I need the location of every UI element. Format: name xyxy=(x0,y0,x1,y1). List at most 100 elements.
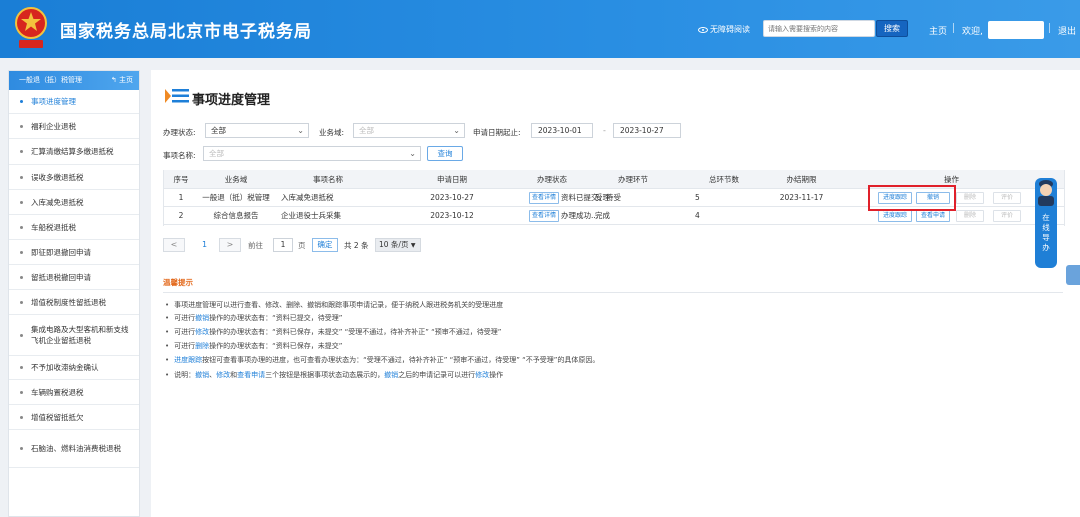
action-button[interactable]: 进度跟踪 xyxy=(878,210,912,222)
sidebar-item[interactable]: 福利企业退税 xyxy=(9,114,139,139)
page-title: 事项进度管理 xyxy=(192,93,271,108)
date-from-input[interactable]: 2023-10-01 xyxy=(531,123,593,138)
sidebar-item[interactable]: 事项进度管理 xyxy=(9,90,139,114)
sidebar-menu: 事项进度管理 福利企业退税 汇算清缴结算多缴退抵税 误收多缴退抵税 入库减免退抵税 车船税… xyxy=(9,90,139,468)
main-panel: 事项进度管理 办理状态: 全部 ⌄ 业务域: 全部 ⌄ 申请日期起止: 2023-1… xyxy=(151,70,1080,517)
cell-deadline: 2023-11-17 xyxy=(779,193,824,202)
sidebar-item[interactable]: 集成电路及大型客机和新支线飞机企业留抵退税 xyxy=(9,315,139,356)
tip-keyword: 修改 xyxy=(475,371,490,379)
column-header: 办理状态 xyxy=(537,175,567,184)
cell-index: 1 xyxy=(178,193,184,202)
table-border xyxy=(163,170,164,226)
tip-text: 可进行 xyxy=(174,314,196,322)
name-select[interactable]: 全部 ⌄ xyxy=(203,146,421,161)
sidebar-item[interactable]: 石脑油、燃料油消费税退税 xyxy=(9,430,139,468)
tip-keyword: 撤销 xyxy=(384,371,399,379)
tip-text: 之后的申请记录可以进行 xyxy=(398,371,476,379)
sidebar-item[interactable]: 增值税制度性留抵退税 xyxy=(9,290,139,315)
column-header: 办理环节 xyxy=(618,175,648,184)
action-button[interactable]: 评价 xyxy=(993,210,1021,222)
current-page[interactable]: 1 xyxy=(202,240,207,249)
date-range-label: 申请日期起止: xyxy=(473,128,521,137)
tip-keyword: 删除 xyxy=(195,342,210,350)
tips-title: 温馨提示 xyxy=(163,278,193,287)
sidebar-item[interactable]: 汇算清缴结算多缴退抵税 xyxy=(9,139,139,165)
column-header: 总环节数 xyxy=(709,175,739,184)
cell-date: 2023-10-27 xyxy=(430,193,474,202)
date-to-input[interactable]: 2023-10-27 xyxy=(613,123,681,138)
sidebar: 一般退（抵）税管理 ↰ 主页 事项进度管理 福利企业退税 汇算清缴结算多缴退抵税 误收… xyxy=(8,70,140,517)
tip-line: 可进行删除操作的办理状态有：“资料已保存，未提交” xyxy=(165,341,342,351)
sidebar-home-link[interactable]: ↰ 主页 xyxy=(111,71,133,90)
sidebar-item[interactable]: 车船税退抵税 xyxy=(9,215,139,240)
cell-index: 2 xyxy=(178,211,184,220)
column-header: 业务域 xyxy=(224,175,248,184)
tip-text: 操作 xyxy=(489,371,504,379)
sidebar-item[interactable]: 入库减免退抵税 xyxy=(9,190,139,215)
online-help-label: 在线导办 xyxy=(1042,213,1050,252)
tip-text: 三个按钮是根据事项状态动态展示的， xyxy=(265,371,385,379)
nav-home-link[interactable]: 主页 xyxy=(929,24,947,37)
search-input[interactable] xyxy=(763,20,875,37)
status-filter-label: 办理状态: xyxy=(163,128,196,137)
cell-domain: 一般退（抵）税管理 xyxy=(202,193,270,202)
welcome-text: 欢迎, xyxy=(962,27,983,37)
domain-select[interactable]: 全部 ⌄ xyxy=(353,123,465,138)
goto-suffix: 页 xyxy=(298,241,306,250)
list-icon xyxy=(165,89,189,103)
tip-text: 可进行 xyxy=(174,342,196,350)
tip-keyword: 进度跟踪 xyxy=(174,356,203,364)
cell-total: 4 xyxy=(695,211,700,220)
cell-deadline xyxy=(765,207,838,224)
action-button[interactable]: 删除 xyxy=(956,192,984,204)
side-tab-handle[interactable] xyxy=(1066,265,1080,285)
eye-icon xyxy=(698,26,708,33)
tip-text: 操作的办理状态有：“资料已保存，未提交” “受理不通过，待补齐补正” “预审不通… xyxy=(209,328,502,336)
name-filter-label: 事项名称: xyxy=(163,151,196,160)
sidebar-item[interactable]: 即征即退撤回申请 xyxy=(9,240,139,265)
tip-line: 说明：撤销、修改和查看申请三个按钮是根据事项状态动态展示的，撤销之后的申请记录可… xyxy=(165,370,503,380)
view-detail-button[interactable]: 查看详情 xyxy=(529,192,559,204)
tip-line: 进度跟踪按钮可查看事项办理的进度，也可查看办理状态为：“受理不通过，待补齐补正”… xyxy=(165,355,599,365)
nav-divider xyxy=(953,23,954,33)
goto-page-input[interactable]: 1 xyxy=(273,238,293,252)
username-box xyxy=(988,21,1044,39)
top-header: 国家税务总局北京市电子税务局 无障碍阅读 搜索 主页 欢迎, 退出 xyxy=(0,0,1080,58)
cell-total: 5 xyxy=(695,193,700,202)
tip-text: 操作的办理状态有：“资料已提交，待受理” xyxy=(209,314,343,322)
next-page-button[interactable]: > xyxy=(219,238,241,252)
prev-page-button[interactable]: < xyxy=(163,238,185,252)
highlight-box xyxy=(868,185,956,211)
sidebar-item[interactable]: 增值税留抵抵欠 xyxy=(9,405,139,430)
cell-stage: 受理 xyxy=(595,193,610,202)
table-border xyxy=(1064,170,1065,226)
action-button[interactable]: 删除 xyxy=(956,210,984,222)
page-size-select[interactable]: 10 条/页 ▼ xyxy=(375,238,421,252)
cell-domain: 综合信息报告 xyxy=(213,211,259,220)
nav-divider xyxy=(1049,23,1050,33)
view-detail-button[interactable]: 查看详情 xyxy=(529,210,559,222)
column-header: 事项名称 xyxy=(313,175,343,184)
cell-date: 2023-10-12 xyxy=(430,211,474,220)
sidebar-item[interactable]: 误收多缴退抵税 xyxy=(9,165,139,190)
action-button[interactable]: 评价 xyxy=(993,192,1021,204)
tip-keyword: 撤销 xyxy=(195,314,210,322)
caret-down-icon: ▼ xyxy=(410,242,416,249)
tip-text: 事项进度管理可以进行查看、修改、删除、撤销和跟踪事项申请记录，便于纳税人跟进税务… xyxy=(174,301,504,309)
tip-keyword: 撤销 xyxy=(195,371,210,379)
goto-prefix: 前往 xyxy=(248,241,263,250)
tip-keyword: 修改 xyxy=(216,371,231,379)
accessibility-link[interactable]: 无障碍阅读 xyxy=(698,24,750,35)
tip-text: 可进行 xyxy=(174,328,196,336)
goto-confirm-button[interactable]: 确定 xyxy=(312,238,338,252)
sidebar-item[interactable]: 不予加收滞纳金确认 xyxy=(9,356,139,380)
cell-name: 企业退役士兵采集 xyxy=(281,211,341,220)
status-select[interactable]: 全部 ⌄ xyxy=(205,123,309,138)
action-button[interactable]: 查看申请 xyxy=(916,210,950,222)
query-button[interactable]: 查询 xyxy=(427,146,463,161)
site-title: 国家税务总局北京市电子税务局 xyxy=(60,22,312,42)
logout-link[interactable]: 退出 xyxy=(1058,24,1076,37)
search-button[interactable]: 搜索 xyxy=(876,20,908,37)
sidebar-item[interactable]: 留抵退税撤回申请 xyxy=(9,265,139,290)
sidebar-item[interactable]: 车辆购置税退税 xyxy=(9,380,139,405)
